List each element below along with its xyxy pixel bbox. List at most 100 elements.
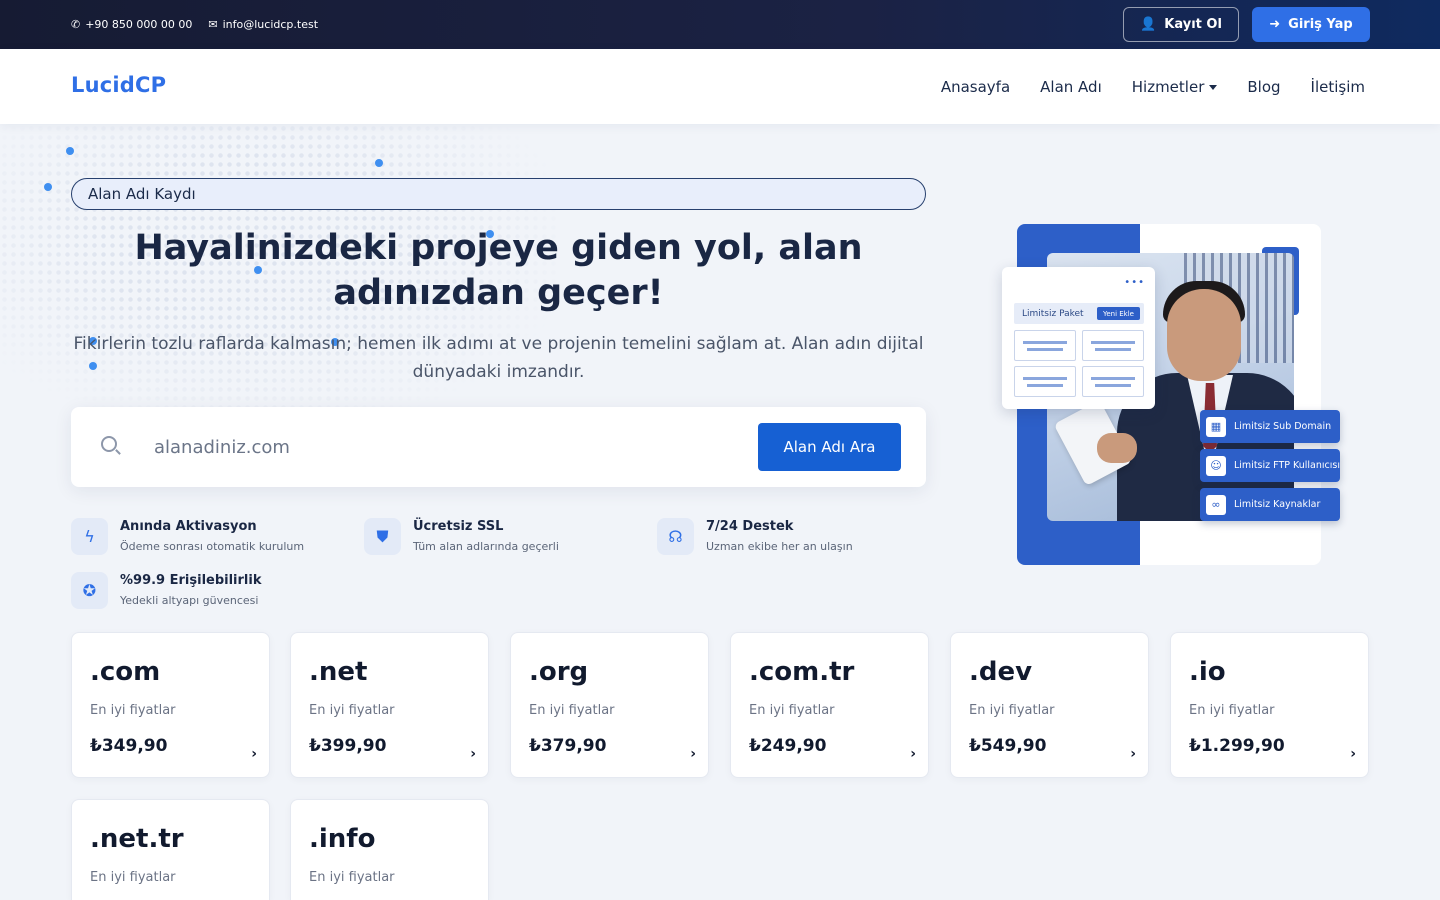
login-button[interactable]: ➜ Giriş Yap	[1252, 7, 1370, 42]
infinity-icon: ∞	[1206, 494, 1226, 515]
chevron-right-icon: ›	[251, 746, 257, 762]
domain-label: En iyi fiyatlar	[309, 703, 395, 718]
domain-card[interactable]: .com En iyi fiyatlar ₺349,90 ›	[71, 632, 270, 778]
hero-subtitle: Fikirlerin tozlu raflarda kalmasın; heme…	[73, 334, 924, 382]
nav-item-blog[interactable]: Blog	[1247, 78, 1280, 96]
chevron-right-icon: ›	[1350, 746, 1356, 762]
chevron-down-icon	[1209, 84, 1218, 90]
feature-tag: ∞ Limitsiz Kaynaklar	[1200, 488, 1340, 521]
domain-card[interactable]: .io En iyi fiyatlar ₺1.299,90 ›	[1170, 632, 1369, 778]
domain-search-input[interactable]	[154, 432, 714, 462]
phone-text: +90 850 000 00 00	[85, 18, 193, 31]
domain-label: En iyi fiyatlar	[749, 703, 835, 718]
domain-price: ₺549,90	[969, 736, 1047, 756]
domain-tld: .dev	[969, 657, 1033, 687]
domain-card[interactable]: .info En iyi fiyatlar	[290, 799, 489, 900]
domain-search-button[interactable]: Alan Adı Ara	[758, 423, 901, 471]
domain-tld: .org	[529, 657, 589, 687]
search-icon	[101, 436, 117, 452]
domain-price: ₺249,90	[749, 736, 827, 756]
ftp-user-icon: ☺	[1206, 455, 1226, 476]
domain-label: En iyi fiyatlar	[1189, 703, 1275, 718]
feature-tag: ☺ Limitsiz FTP Kullanıcısı	[1200, 449, 1340, 482]
domain-card[interactable]: .net.tr En iyi fiyatlar	[71, 799, 270, 900]
feature-title: 7/24 Destek	[706, 519, 794, 534]
map-dot	[66, 147, 74, 155]
email-link[interactable]: ✉ info@lucidcp.test	[208, 18, 318, 31]
bolt-icon: ϟ	[71, 518, 108, 555]
sign-in-icon: ➜	[1269, 17, 1281, 32]
domain-label: En iyi fiyatlar	[969, 703, 1055, 718]
register-label: Kayıt Ol	[1164, 17, 1222, 32]
contact-info: ✆ +90 850 000 00 00 ✉ info@lucidcp.test	[71, 0, 318, 49]
domain-tld: .io	[1189, 657, 1226, 687]
logo[interactable]: LucidCP	[71, 73, 166, 97]
main-navbar: LucidCP Anasayfa Alan Adı Hizmetler Blog…	[0, 49, 1440, 124]
feature-item: ⛊ Ücretsiz SSL Tüm alan adlarında geçerli	[364, 518, 559, 555]
package-header: Limitsiz Paket Yeni Ekle	[1014, 303, 1144, 324]
nav-menu: Anasayfa Alan Adı Hizmetler Blog İletişi…	[941, 49, 1365, 124]
package-cell	[1014, 366, 1076, 397]
feature-item: ✪ %99.9 Erişilebilirlik Yedekli altyapı g…	[71, 572, 261, 609]
feature-tag-label: Limitsiz Kaynaklar	[1234, 499, 1321, 510]
nav-item-domain[interactable]: Alan Adı	[1040, 78, 1102, 96]
domain-price: ₺1.299,90	[1189, 736, 1285, 756]
chevron-right-icon: ›	[470, 746, 476, 762]
award-icon: ✪	[71, 572, 108, 609]
package-add-badge: Yeni Ekle	[1097, 307, 1140, 320]
map-dot	[375, 159, 383, 167]
login-label: Giriş Yap	[1288, 17, 1353, 32]
domain-label: En iyi fiyatlar	[90, 703, 176, 718]
envelope-icon: ✉	[208, 18, 218, 31]
feature-title: %99.9 Erişilebilirlik	[120, 573, 262, 588]
chevron-right-icon: ›	[690, 746, 696, 762]
nav-item-home[interactable]: Anasayfa	[941, 78, 1010, 96]
domain-search-box: Alan Adı Ara	[71, 407, 926, 487]
domain-card[interactable]: .com.tr En iyi fiyatlar ₺249,90 ›	[730, 632, 929, 778]
phone-link[interactable]: ✆ +90 850 000 00 00	[71, 18, 192, 31]
domain-label: En iyi fiyatlar	[90, 870, 176, 885]
hero-title: Hayalinizdeki projeye giden yol, alan ad…	[134, 228, 863, 313]
feature-title: Anında Aktivasyon	[120, 519, 257, 534]
user-plus-icon: 👤	[1140, 17, 1157, 32]
phone-icon: ✆	[71, 18, 81, 31]
feature-item: ϟ Anında Aktivasyon Ödeme sonrası otomati…	[71, 518, 304, 555]
domain-card[interactable]: .net En iyi fiyatlar ₺399,90 ›	[290, 632, 489, 778]
register-button[interactable]: 👤 Kayıt Ol	[1123, 7, 1239, 42]
domain-card[interactable]: .org En iyi fiyatlar ₺379,90 ›	[510, 632, 709, 778]
hero-badge: Alan Adı Kaydı	[71, 178, 926, 210]
headset-icon: ☊	[657, 518, 694, 555]
domain-card[interactable]: .dev En iyi fiyatlar ₺549,90 ›	[950, 632, 1149, 778]
nav-item-services[interactable]: Hizmetler	[1132, 78, 1218, 96]
package-cell	[1082, 330, 1144, 361]
feature-tag-label: Limitsiz FTP Kullanıcısı	[1234, 460, 1340, 471]
feature-desc: Uzman ekibe her an ulaşın	[706, 540, 853, 553]
top-bar: ✆ +90 850 000 00 00 ✉ info@lucidcp.test 👤 …	[0, 0, 1440, 49]
domain-label: En iyi fiyatlar	[529, 703, 615, 718]
map-dot	[44, 183, 52, 191]
feature-tag-label: Limitsiz Sub Domain	[1234, 421, 1332, 432]
feature-item: ☊ 7/24 Destek Uzman ekibe her an ulaşın	[657, 518, 853, 555]
more-dots-icon: •••	[1124, 277, 1145, 288]
feature-desc: Ödeme sonrası otomatik kurulum	[120, 540, 305, 553]
domain-tld: .net	[309, 657, 368, 687]
feature-desc: Yedekli altyapı güvencesi	[120, 594, 259, 607]
shield-icon: ⛊	[364, 518, 401, 555]
domain-price: ₺399,90	[309, 736, 387, 756]
package-card: ••• Limitsiz Paket Yeni Ekle	[1002, 267, 1155, 409]
subdomain-icon: ▦	[1206, 416, 1226, 437]
package-cell	[1082, 366, 1144, 397]
feature-title: Ücretsiz SSL	[413, 519, 504, 534]
domain-tld: .com	[90, 657, 161, 687]
chevron-right-icon: ›	[1130, 746, 1136, 762]
domain-price: ₺349,90	[90, 736, 168, 756]
domain-tld: .info	[309, 824, 376, 854]
domain-price: ₺379,90	[529, 736, 607, 756]
nav-item-services-label: Hizmetler	[1131, 77, 1205, 96]
hero-illustration: ••• Limitsiz Paket Yeni Ekle ▦ Limitsiz S…	[1000, 224, 1345, 566]
email-text: info@lucidcp.test	[222, 18, 319, 31]
feature-tag: ▦ Limitsiz Sub Domain	[1200, 410, 1340, 443]
chevron-right-icon: ›	[910, 746, 916, 762]
domain-label: En iyi fiyatlar	[309, 870, 395, 885]
nav-item-contact[interactable]: İletişim	[1311, 78, 1365, 96]
